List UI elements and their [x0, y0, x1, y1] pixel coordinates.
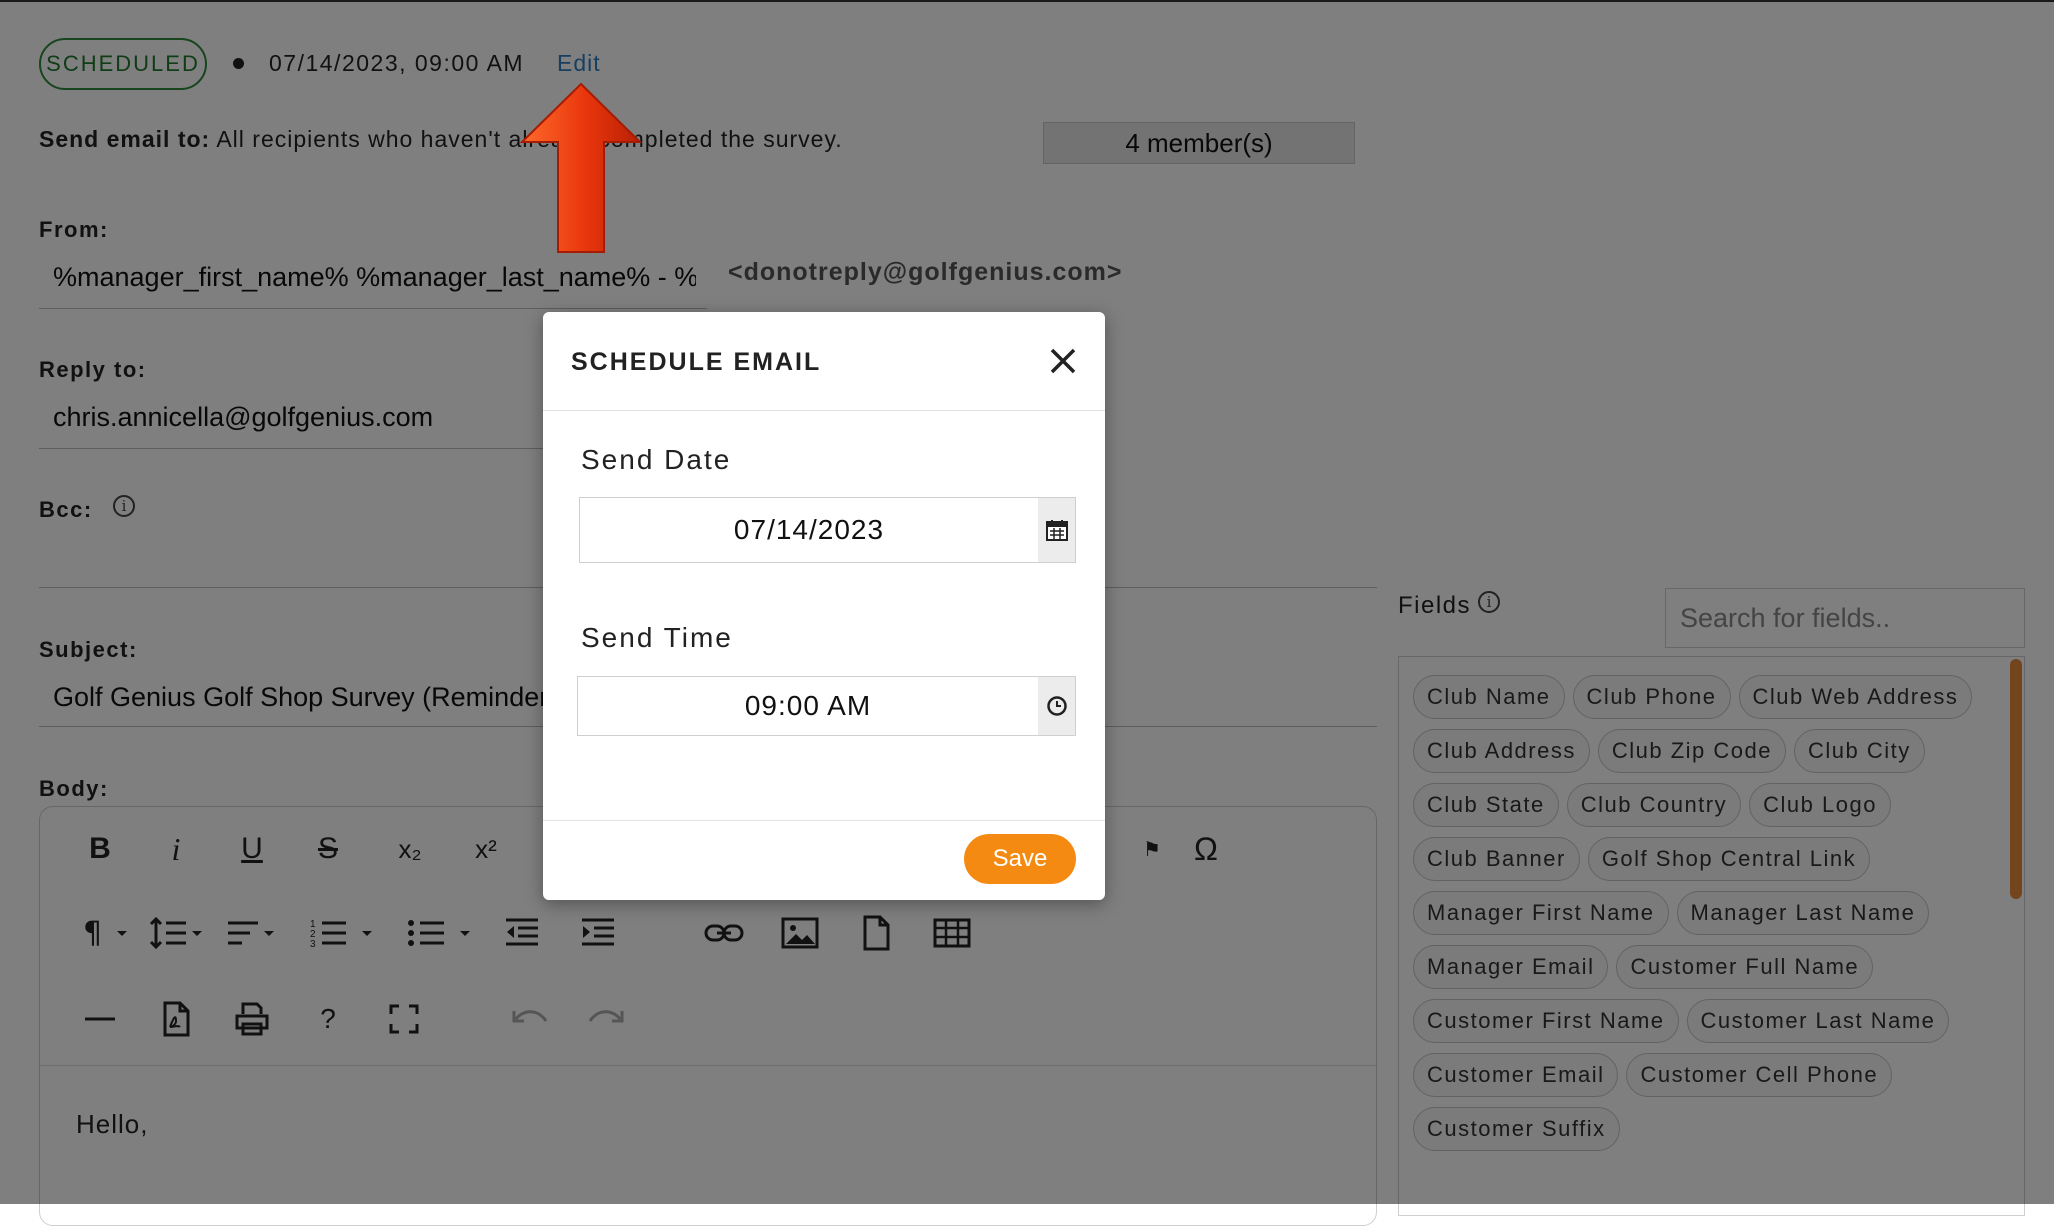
send-date-label: Send Date: [581, 444, 732, 475]
modal-footer-divider: [543, 820, 1105, 821]
schedule-email-modal: SCHEDULE EMAIL Send Date 07/14/2023 Send…: [543, 312, 1105, 900]
red-arrow-annotation: [520, 82, 642, 253]
send-date-input[interactable]: 07/14/2023: [579, 497, 1039, 563]
send-time-label: Send Time: [581, 622, 733, 653]
save-button[interactable]: Save: [964, 834, 1076, 884]
modal-header-divider: [543, 410, 1105, 411]
close-icon: [1050, 348, 1076, 374]
calendar-picker-button[interactable]: [1038, 497, 1076, 563]
clock-icon: [1046, 696, 1067, 716]
modal-title: SCHEDULE EMAIL: [571, 348, 822, 376]
modal-close-button[interactable]: [1046, 344, 1080, 378]
send-time-input[interactable]: 09:00 AM: [577, 676, 1039, 736]
calendar-icon: [1045, 520, 1068, 541]
time-picker-button[interactable]: [1038, 676, 1076, 736]
